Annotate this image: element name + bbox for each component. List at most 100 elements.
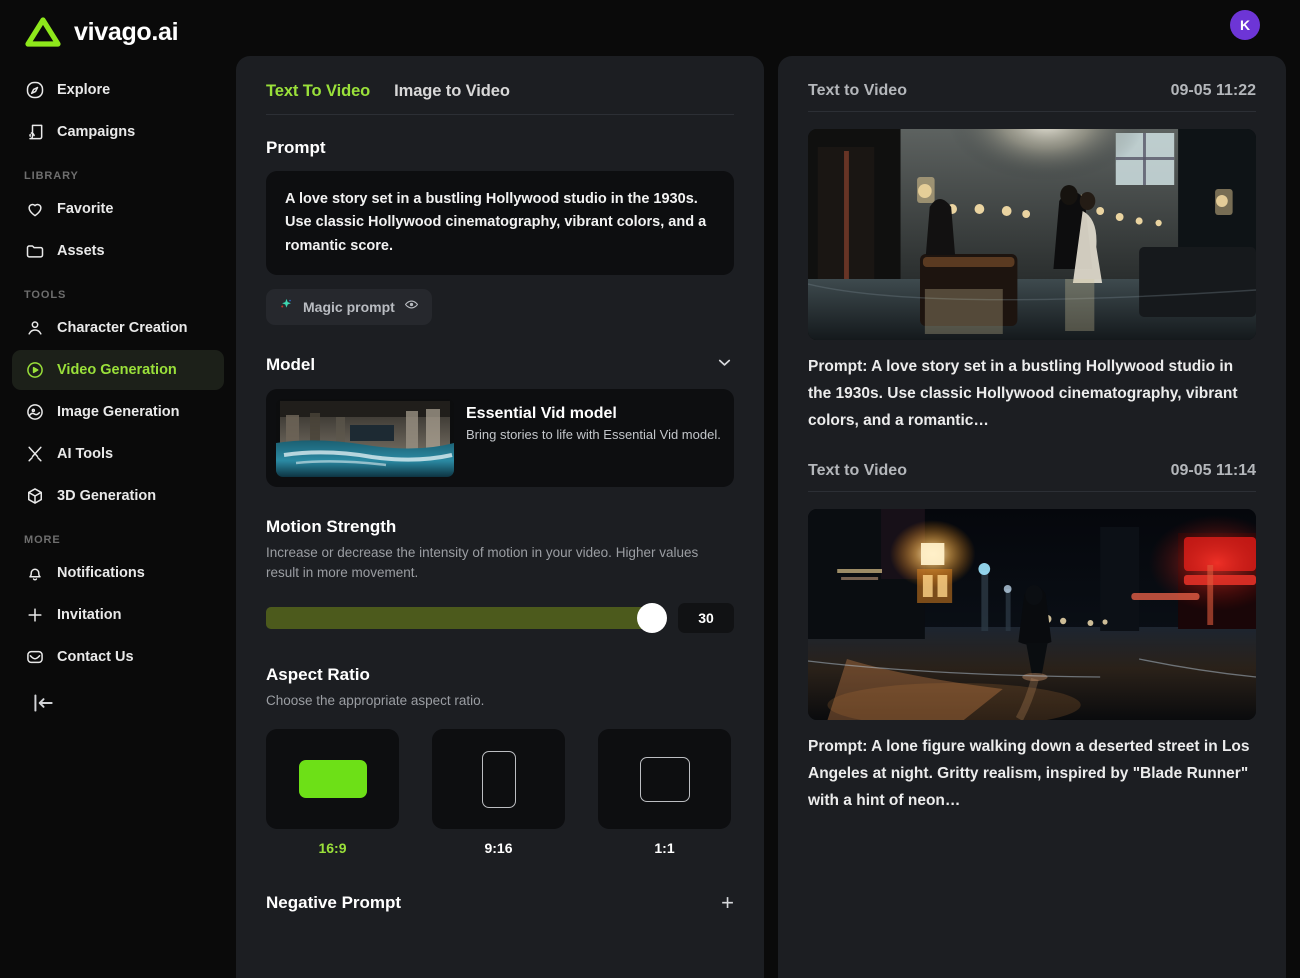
sidebar-item-notifications[interactable]: Notifications	[12, 553, 224, 593]
triangle-logo-icon	[25, 17, 61, 47]
slider-fill	[266, 606, 653, 629]
sidebar-item-favorite[interactable]: Favorite	[12, 189, 224, 229]
aspect-shape-16-9-icon	[298, 760, 367, 799]
history-item-type: Text to Video	[808, 82, 907, 99]
plus-icon	[24, 605, 45, 626]
sidebar-item-character-creation[interactable]: Character Creation	[12, 308, 224, 348]
history-item[interactable]: Text to Video 09-05 11:22 Prompt: A love…	[808, 82, 1256, 434]
slider-handle[interactable]	[637, 602, 668, 633]
model-title: Model	[266, 355, 316, 375]
model-section: Model Essential Vid model Bring stories …	[266, 353, 734, 488]
image-icon	[24, 402, 45, 423]
history-item-time: 09-05 11:22	[1170, 82, 1256, 99]
history-panel: Text to Video 09-05 11:22 Prompt: A love…	[778, 56, 1286, 978]
sidebar-item-label: Explore	[57, 82, 111, 98]
folder-icon	[24, 241, 45, 262]
user-icon	[24, 318, 45, 339]
aspect-ratio-title: Aspect Ratio	[266, 664, 370, 684]
aspect-ratio-label: 1:1	[654, 840, 675, 857]
mail-icon	[24, 647, 45, 668]
prompt-section: Prompt A love story set in a bustling Ho…	[266, 138, 734, 326]
sidebar-item-label: Character Creation	[57, 320, 188, 336]
history-item-time: 09-05 11:14	[1170, 462, 1256, 480]
sidebar-item-campaigns[interactable]: Campaigns	[12, 112, 224, 152]
model-name: Essential Vid model	[466, 405, 617, 423]
sidebar-item-video-generation[interactable]: Video Generation	[12, 350, 224, 390]
history-item[interactable]: Text to Video 09-05 11:14 Prompt: A lone…	[808, 462, 1256, 814]
aspect-ratio-label: 9:16	[484, 840, 513, 857]
app-root: vivago.ai Explore Campaigns LIBRARY Favo…	[0, 0, 1300, 978]
chevron-down-icon[interactable]	[715, 353, 734, 377]
magic-prompt-label: Magic prompt	[303, 299, 395, 316]
sidebar-section-library: LIBRARY	[24, 170, 79, 182]
sidebar-item-label: Assets	[57, 243, 105, 259]
sidebar-item-assets[interactable]: Assets	[12, 231, 224, 271]
tools-icon	[24, 444, 45, 465]
campaign-icon	[24, 122, 45, 143]
collapse-sidebar-icon[interactable]	[30, 690, 56, 716]
tabs-divider	[266, 114, 734, 115]
sidebar-item-image-generation[interactable]: Image Generation	[12, 392, 224, 432]
model-preview-thumbnail	[276, 399, 454, 478]
sidebar-item-explore[interactable]: Explore	[12, 70, 224, 110]
sidebar-nav: Explore Campaigns LIBRARY Favorite Asset…	[0, 56, 236, 677]
history-item-prompt: Prompt: A love story set in a bustling H…	[808, 358, 1238, 429]
sidebar-item-label: Video Generation	[57, 362, 177, 378]
eye-info-icon[interactable]	[404, 297, 419, 317]
prompt-value: A love story set in a bustling Hollywood…	[285, 191, 707, 254]
magic-prompt-button[interactable]: Magic prompt	[266, 289, 432, 326]
prompt-title: Prompt	[266, 138, 326, 157]
sidebar-item-label: Invitation	[57, 607, 122, 623]
heart-icon	[24, 199, 45, 220]
sparkle-icon	[279, 297, 294, 317]
negative-prompt-title: Negative Prompt	[266, 893, 402, 913]
brand-name: vivago.ai	[74, 17, 179, 46]
brand[interactable]: vivago.ai	[0, 0, 236, 56]
neon-street-thumbnail[interactable]	[808, 509, 1256, 721]
history-item-prompt: Prompt: A lone figure walking down a des…	[808, 738, 1250, 810]
sidebar-item-3d-generation[interactable]: 3D Generation	[12, 476, 224, 516]
aspect-ratio-option-9-16[interactable]: 9:16	[432, 729, 565, 856]
cube-icon	[24, 486, 45, 507]
sidebar-section-tools: TOOLS	[24, 289, 67, 301]
sidebar-item-label: Image Generation	[57, 404, 180, 420]
aspect-ratio-label: 16:9	[318, 840, 347, 857]
hollywood-studio-thumbnail[interactable]	[808, 129, 1256, 340]
model-card[interactable]: Essential Vid model Bring stories to lif…	[266, 389, 734, 488]
aspect-ratio-option-1-1[interactable]: 1:1	[598, 729, 731, 856]
tab-image-to-video[interactable]: Image to Video	[394, 82, 510, 101]
sidebar-item-label: 3D Generation	[57, 488, 157, 504]
sidebar-item-invitation[interactable]: Invitation	[12, 595, 224, 635]
generator-tabs: Text To Video Image to Video	[266, 82, 734, 114]
prompt-input[interactable]: A love story set in a bustling Hollywood…	[266, 171, 734, 276]
plus-icon[interactable]: +	[721, 892, 734, 914]
sidebar-item-label: AI Tools	[57, 446, 114, 462]
history-item-type: Text to Video	[808, 462, 907, 480]
sidebar: vivago.ai Explore Campaigns LIBRARY Favo…	[0, 0, 236, 978]
aspect-shape-9-16-icon	[481, 750, 516, 808]
motion-strength-slider[interactable]	[266, 602, 668, 633]
motion-strength-description: Increase or decrease the intensity of mo…	[266, 545, 699, 581]
avatar[interactable]: K	[1230, 10, 1260, 40]
generator-panel: Text To Video Image to Video Prompt A lo…	[236, 56, 764, 978]
history-item-divider	[808, 491, 1256, 493]
sidebar-item-label: Contact Us	[57, 649, 134, 665]
motion-strength-value[interactable]: 30	[678, 602, 734, 633]
sidebar-section-more: MORE	[24, 534, 61, 546]
motion-strength-title: Motion Strength	[266, 517, 397, 537]
sidebar-item-contact-us[interactable]: Contact Us	[12, 637, 224, 677]
model-description: Bring stories to life with Essential Vid…	[466, 427, 721, 443]
bell-icon	[24, 563, 45, 584]
history-item-divider	[808, 111, 1256, 112]
play-circle-icon	[24, 360, 45, 381]
sidebar-item-label: Notifications	[57, 565, 145, 581]
compass-icon	[24, 80, 45, 101]
sidebar-item-label: Campaigns	[57, 124, 136, 140]
tab-text-to-video[interactable]: Text To Video	[266, 82, 370, 101]
sidebar-item-label: Favorite	[57, 201, 114, 217]
negative-prompt-section[interactable]: Negative Prompt +	[266, 892, 734, 914]
aspect-ratio-option-16-9[interactable]: 16:9	[266, 729, 399, 856]
aspect-ratio-description: Choose the appropriate aspect ratio.	[266, 692, 485, 708]
aspect-ratio-section: Aspect Ratio Choose the appropriate aspe…	[266, 664, 734, 856]
sidebar-item-ai-tools[interactable]: AI Tools	[12, 434, 224, 474]
